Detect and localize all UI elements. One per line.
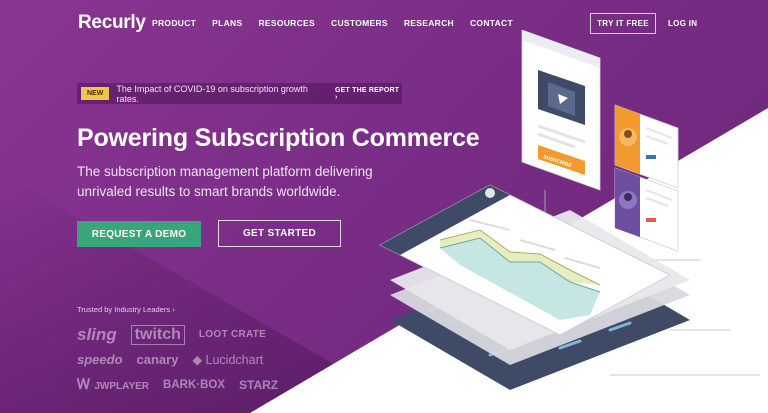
customer-logos: sling twitch LOOT CRATE speedo canary ◆ …	[77, 322, 279, 397]
nav-research[interactable]: RESEARCH	[404, 18, 454, 28]
get-started-button[interactable]: GET STARTED	[218, 220, 341, 247]
trusted-link[interactable]: Trusted by Industry Leaders ›	[77, 305, 175, 314]
canary-logo: canary	[136, 352, 179, 367]
starz-logo: STARZ	[239, 377, 279, 392]
nav-plans[interactable]: PLANS	[212, 18, 242, 28]
get-report-link[interactable]: GET THE REPORT ›	[335, 87, 402, 101]
nav-resources[interactable]: RESOURCES	[258, 18, 315, 28]
try-it-free-button[interactable]: TRY IT FREE	[590, 13, 656, 34]
nav-customers[interactable]: CUSTOMERS	[331, 18, 388, 28]
sling-logo: sling	[77, 324, 117, 344]
jwplayer-logo: Ꮃ JWPLAYER	[77, 376, 149, 393]
lucidchart-logo: ◆ Lucidchart	[192, 352, 263, 367]
new-badge: NEW	[81, 87, 110, 100]
nav-links: PRODUCT PLANS RESOURCES CUSTOMERS RESEAR…	[152, 18, 529, 28]
hero-subline: The subscription management platform del…	[77, 164, 373, 199]
nav-product[interactable]: PRODUCT	[152, 18, 196, 28]
nav-contact[interactable]: CONTACT	[470, 18, 513, 28]
jwplayer-text: JWPLAYER	[94, 381, 150, 392]
get-report-label: GET THE REPORT	[334, 86, 400, 94]
login-link[interactable]: LOG IN	[668, 19, 697, 28]
platform-illustration: SUBSCRIBE	[379, 30, 760, 390]
trusted-label: Trusted by Industry Leaders	[77, 305, 171, 314]
loot-crate-logo: LOOT CRATE	[198, 329, 267, 340]
page-title: Powering Subscription Commerce	[77, 124, 480, 152]
twitch-logo: twitch	[130, 324, 185, 345]
lucidchart-text: Lucidchart	[205, 353, 264, 367]
top-nav: Recurly PRODUCT PLANS RESOURCES CUSTOMER…	[0, 0, 768, 46]
jw-icon: Ꮃ	[77, 376, 95, 392]
chevron-right-icon: ›	[172, 305, 175, 314]
announcement-text: The Impact of COVID-19 on subscription g…	[116, 83, 308, 104]
announcement-bar[interactable]: NEW The Impact of COVID-19 on subscripti…	[77, 83, 402, 104]
browser-window: SUBSCRIBE	[521, 30, 601, 191]
request-demo-button[interactable]: REQUEST A DEMO	[77, 221, 201, 247]
speedo-logo: speedo	[77, 352, 123, 367]
recurly-logo[interactable]: Recurly	[78, 12, 146, 34]
barkbox-logo: BARK·BOX	[163, 378, 226, 391]
chevron-right-icon: ›	[334, 93, 338, 101]
lucid-icon: ◆	[192, 353, 206, 367]
